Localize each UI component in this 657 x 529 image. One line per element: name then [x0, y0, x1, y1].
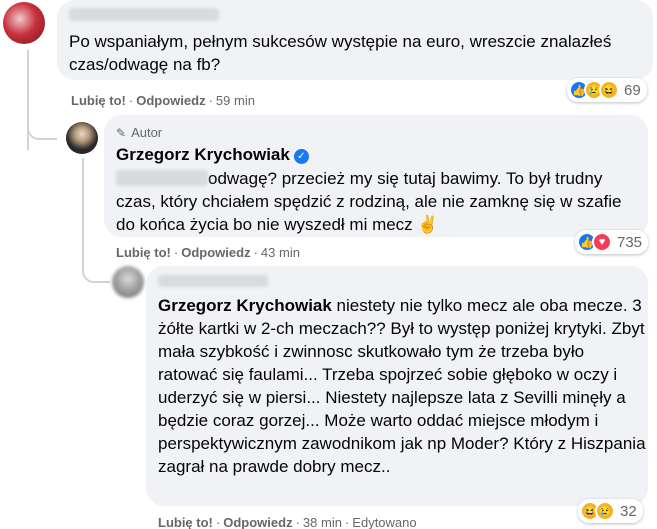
- reaction-count: 69: [624, 81, 641, 99]
- like-button[interactable]: Lubię to!: [158, 515, 213, 529]
- love-icon: ♥: [592, 232, 612, 252]
- reaction-summary[interactable]: 👍 ♥ 735: [575, 230, 649, 254]
- blurred-author-name: [69, 8, 219, 21]
- comment-text: Po wspaniałym, pełnym sukcesów występie …: [69, 32, 612, 74]
- author-label: Autor: [131, 125, 163, 140]
- author-name[interactable]: Grzegorz Krychowiak: [116, 145, 290, 164]
- verified-icon: ✓: [293, 149, 309, 164]
- reply-button[interactable]: Odpowiedz: [136, 93, 205, 108]
- blurred-author-name: [158, 275, 268, 287]
- comment-actions: Lubię to! · Odpowiedz · 59 min: [71, 93, 255, 108]
- reply-bubble: ✎ Autor Grzegorz Krychowiak ✓ odwagę? prz…: [104, 115, 648, 237]
- edited-label: Edytowano: [352, 515, 417, 529]
- reply-actions: Lubię to! · Odpowiedz · 38 min · Edytowano: [158, 515, 417, 529]
- author-badge: ✎ Autor: [116, 125, 162, 140]
- comment-bubble: Po wspaniałym, pełnym sukcesów występie …: [57, 0, 653, 80]
- avatar[interactable]: [3, 2, 45, 44]
- like-button[interactable]: Lubię to!: [116, 245, 171, 260]
- timestamp[interactable]: 43 min: [261, 245, 300, 260]
- like-button[interactable]: Lubię to!: [71, 93, 126, 108]
- reply-actions: Lubię to! · Odpowiedz · 43 min: [116, 245, 300, 260]
- reaction-summary[interactable]: 😆 😢 32: [578, 499, 643, 523]
- thread-connector: [27, 110, 57, 140]
- reply-bubble: Grzegorz Krychowiak niestety nie tylko m…: [146, 266, 648, 506]
- timestamp[interactable]: 59 min: [216, 93, 255, 108]
- sad-icon: 😢: [595, 501, 615, 521]
- reply-button[interactable]: Odpowiedz: [223, 515, 292, 529]
- thread-connector: [82, 245, 110, 283]
- blurred-mention: [116, 170, 208, 186]
- reaction-summary[interactable]: 👍 😢 😆 69: [567, 78, 647, 102]
- reply-text-start: odwagę? przecież my się tutaj bawimy. To…: [208, 169, 551, 188]
- mention-link[interactable]: Grzegorz Krychowiak: [158, 296, 332, 315]
- timestamp[interactable]: 38 min: [303, 515, 342, 529]
- reply-text: niestety nie tylko mecz ale oba mecze. 3…: [158, 296, 646, 476]
- pencil-icon: ✎: [116, 125, 127, 140]
- avatar[interactable]: [66, 122, 98, 154]
- reply-button[interactable]: Odpowiedz: [181, 245, 250, 260]
- reaction-count: 735: [617, 233, 643, 251]
- haha-icon: 😆: [599, 80, 619, 100]
- reaction-count: 32: [620, 502, 637, 520]
- avatar[interactable]: [112, 266, 144, 298]
